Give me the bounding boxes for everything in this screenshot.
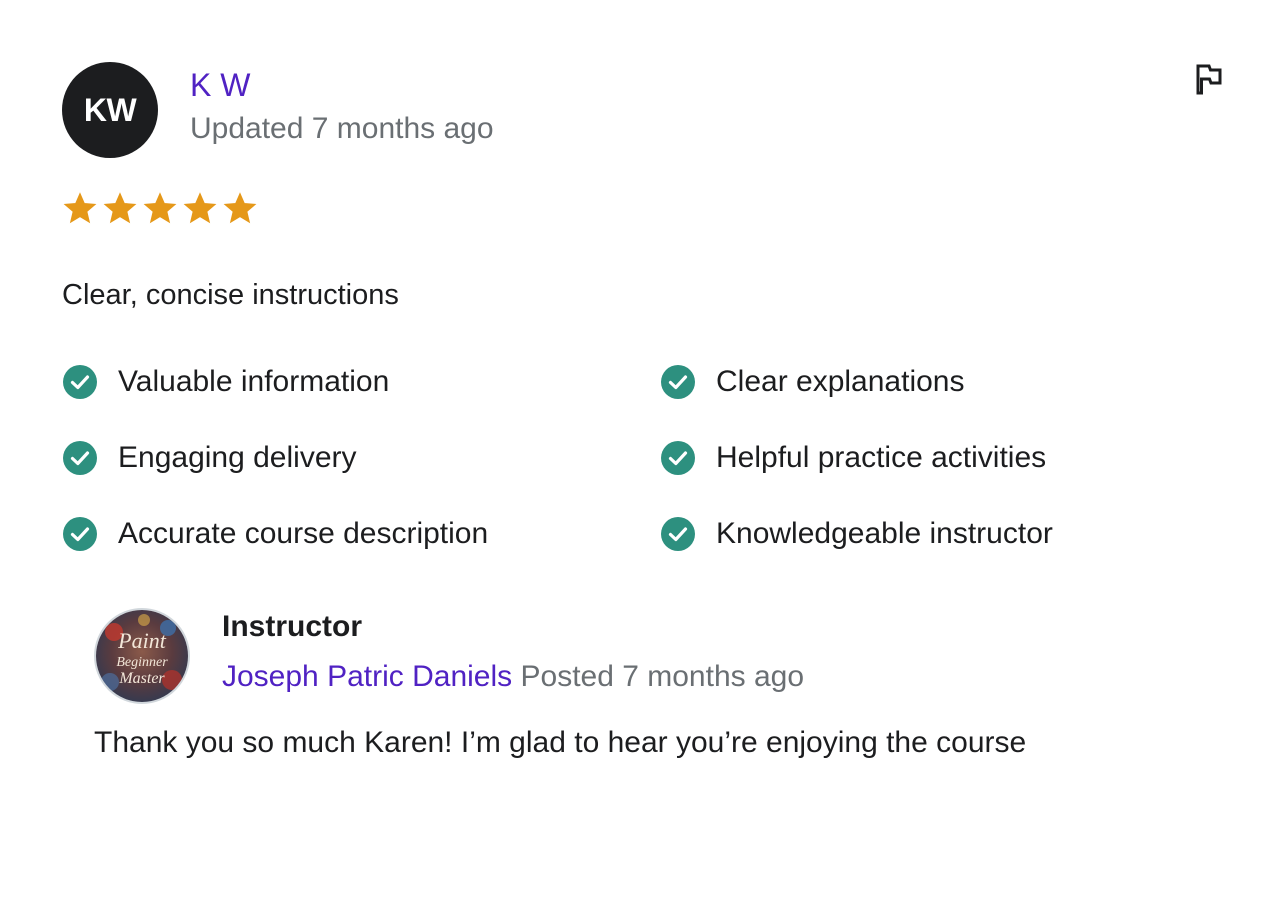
- feedback-label: Helpful practice activities: [716, 441, 1047, 474]
- star-icon: [103, 192, 137, 224]
- reviewer-avatar: KW: [62, 62, 158, 158]
- review-timestamp: Updated 7 months ago: [190, 112, 494, 145]
- check-circle-icon: [661, 365, 695, 399]
- feedback-item: Engaging delivery: [62, 440, 660, 476]
- logo-word-2: Beginner: [116, 655, 168, 670]
- check-circle-icon: [63, 365, 97, 399]
- star-icon: [183, 192, 217, 224]
- feedback-item: Accurate course description: [62, 516, 660, 552]
- avatar-initials: KW: [83, 91, 137, 128]
- response-meta: Joseph Patric Daniels Posted 7 months ag…: [222, 658, 804, 696]
- response-role-label: Instructor: [222, 610, 363, 643]
- logo-word-1: Paint: [117, 628, 167, 653]
- report-button[interactable]: [1192, 62, 1226, 96]
- feedback-label: Valuable information: [118, 365, 390, 398]
- feedback-label: Knowledgeable instructor: [716, 517, 1053, 550]
- feedback-label: Engaging delivery: [118, 441, 357, 474]
- reviewer-name: K W: [190, 67, 251, 103]
- instructor-logo-image: Paint Beginner Master: [96, 610, 188, 702]
- check-circle-icon: [661, 441, 695, 475]
- feedback-label: Clear explanations: [716, 365, 965, 398]
- review-card: KW K W Updated 7 months ago Clear, conci…: [0, 0, 1286, 898]
- logo-word-3: Master: [118, 670, 165, 687]
- feedback-list: Valuable information Clear explanations …: [62, 364, 1222, 552]
- star-rating: [62, 190, 258, 228]
- star-icon: [63, 192, 97, 224]
- feedback-item: Helpful practice activities: [660, 440, 1220, 476]
- instructor-avatar: Paint Beginner Master: [94, 608, 190, 704]
- review-text: Clear, concise instructions: [62, 279, 399, 311]
- feedback-item: Clear explanations: [660, 364, 1220, 400]
- response-text: Thank you so much Karen! I’m glad to hea…: [94, 726, 1027, 759]
- feedback-label: Accurate course description: [118, 517, 489, 550]
- star-icon: [223, 192, 257, 224]
- check-circle-icon: [63, 441, 97, 475]
- check-circle-icon: [661, 517, 695, 551]
- response-timestamp: Posted 7 months ago: [520, 660, 805, 693]
- star-icon: [143, 192, 177, 224]
- check-circle-icon: [63, 517, 97, 551]
- flag-icon: [1196, 64, 1222, 95]
- instructor-name-link[interactable]: Joseph Patric Daniels: [222, 660, 512, 693]
- feedback-item: Valuable information: [62, 364, 660, 400]
- feedback-item: Knowledgeable instructor: [660, 516, 1220, 552]
